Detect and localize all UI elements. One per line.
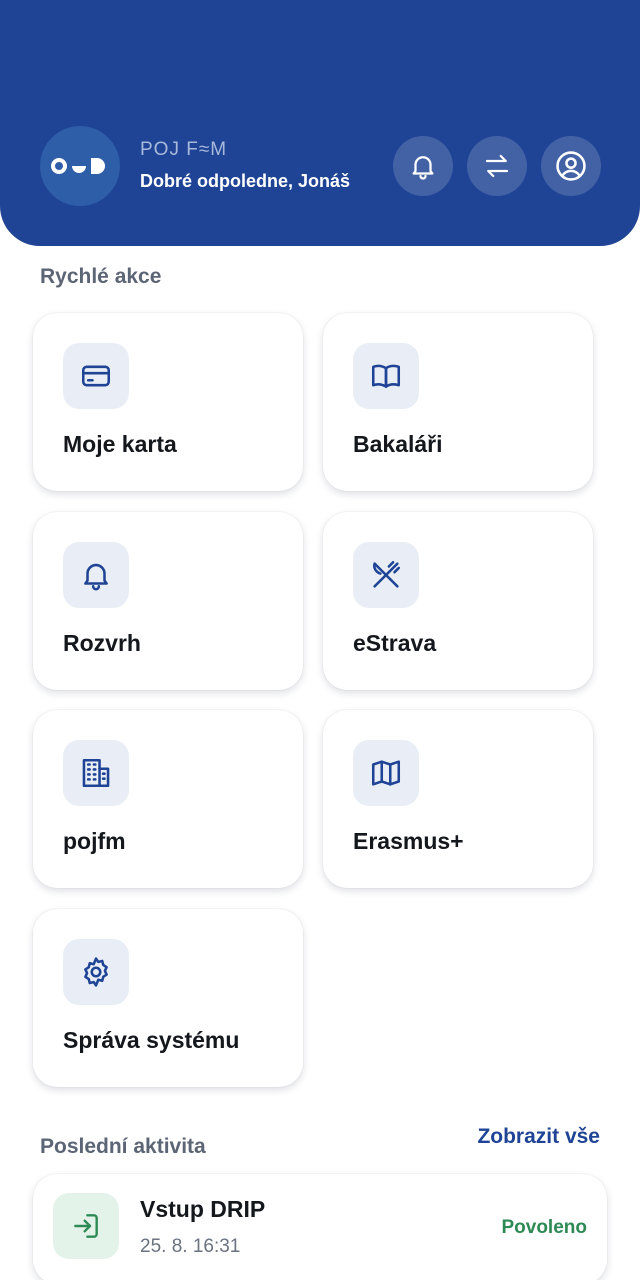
activity-item[interactable]: Vstup DRIP 25. 8. 16:31 Povoleno <box>33 1174 607 1280</box>
gear-icon <box>63 939 129 1005</box>
notifications-button[interactable] <box>393 136 453 196</box>
quick-action-rozvrh[interactable]: Rozvrh <box>33 512 303 690</box>
open-book-icon <box>353 343 419 409</box>
quick-action-label: Moje karta <box>63 431 177 457</box>
building-icon <box>63 740 129 806</box>
sign-in-icon <box>53 1193 119 1259</box>
activity-time: 25. 8. 16:31 <box>140 1236 241 1257</box>
map-icon <box>353 740 419 806</box>
credit-card-icon <box>63 343 129 409</box>
quick-action-label: Bakaláři <box>353 431 443 457</box>
quick-action-label: Správa systému <box>63 1027 240 1053</box>
quick-action-sprava-systemu[interactable]: Správa systému <box>33 909 303 1087</box>
fork-knife-icon <box>353 542 419 608</box>
activity-title: Vstup DRIP <box>140 1196 266 1222</box>
quick-action-estrava[interactable]: eStrava <box>323 512 593 690</box>
activity-status: Povoleno <box>501 1217 587 1238</box>
user-circle-icon <box>556 151 586 181</box>
switch-arrows-icon <box>485 154 509 178</box>
quick-actions-title: Rychlé akce <box>40 265 162 288</box>
quick-action-moje-karta[interactable]: Moje karta <box>33 313 303 491</box>
quick-action-bakalari[interactable]: Bakaláři <box>323 313 593 491</box>
app-logo <box>40 126 120 206</box>
bell-icon <box>63 542 129 608</box>
brand-name: POJ F≈M <box>140 139 228 160</box>
quick-action-pojfm[interactable]: pojfm <box>33 710 303 888</box>
quick-action-label: Rozvrh <box>63 630 141 656</box>
header: POJ F≈M Dobré odpoledne, Jonáš <box>0 0 640 246</box>
recent-activity-title: Poslední aktivita <box>40 1135 206 1158</box>
bell-icon <box>412 156 434 180</box>
quick-action-label: pojfm <box>63 828 126 854</box>
quick-action-label: eStrava <box>353 630 437 656</box>
greeting-text: Dobré odpoledne, Jonáš <box>140 171 351 191</box>
view-all-link[interactable]: Zobrazit vše <box>477 1125 600 1149</box>
quick-action-label: Erasmus+ <box>353 828 464 854</box>
profile-button[interactable] <box>541 136 601 196</box>
quick-action-erasmus[interactable]: Erasmus+ <box>323 710 593 888</box>
switch-button[interactable] <box>467 136 527 196</box>
